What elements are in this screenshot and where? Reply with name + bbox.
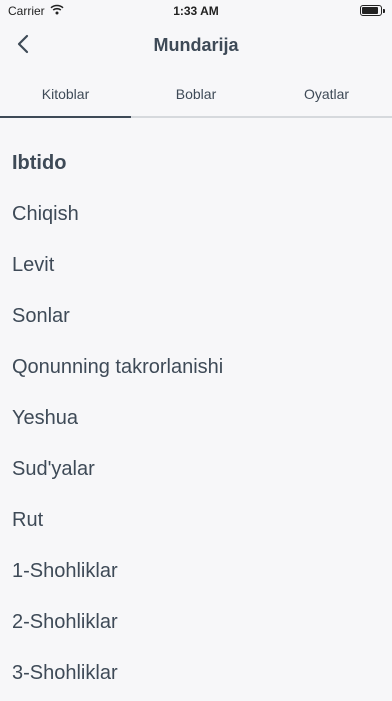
book-item-sudyalar[interactable]: Sud'yalar [0, 446, 392, 497]
book-item-levit[interactable]: Levit [0, 242, 392, 293]
navigation-bar: Mundarija [0, 22, 392, 72]
book-list: Ibtido Chiqish Levit Sonlar Qonunning ta… [0, 140, 392, 701]
book-item-rut[interactable]: Rut [0, 497, 392, 548]
book-item-ibtido[interactable]: Ibtido [0, 140, 392, 191]
battery-icon [360, 5, 385, 16]
tab-oyatlar[interactable]: Oyatlar [261, 72, 392, 116]
page-title: Mundarija [153, 35, 239, 55]
tab-bar: Kitoblar Boblar Oyatlar [0, 72, 392, 118]
book-item-sonlar[interactable]: Sonlar [0, 293, 392, 344]
status-time: 1:33 AM [173, 4, 219, 18]
book-item-yeshua[interactable]: Yeshua [0, 395, 392, 446]
tab-kitoblar[interactable]: Kitoblar [0, 72, 131, 118]
book-item-1-shohliklar[interactable]: 1-Shohliklar [0, 548, 392, 599]
book-item-qonunning-takrorlanishi[interactable]: Qonunning takrorlanishi [0, 344, 392, 395]
book-item-2-shohliklar[interactable]: 2-Shohliklar [0, 599, 392, 650]
tab-boblar[interactable]: Boblar [131, 72, 261, 116]
book-item-chiqish[interactable]: Chiqish [0, 191, 392, 242]
book-item-3-shohliklar[interactable]: 3-Shohliklar [0, 650, 392, 701]
status-bar: Carrier 1:33 AM [0, 0, 392, 22]
